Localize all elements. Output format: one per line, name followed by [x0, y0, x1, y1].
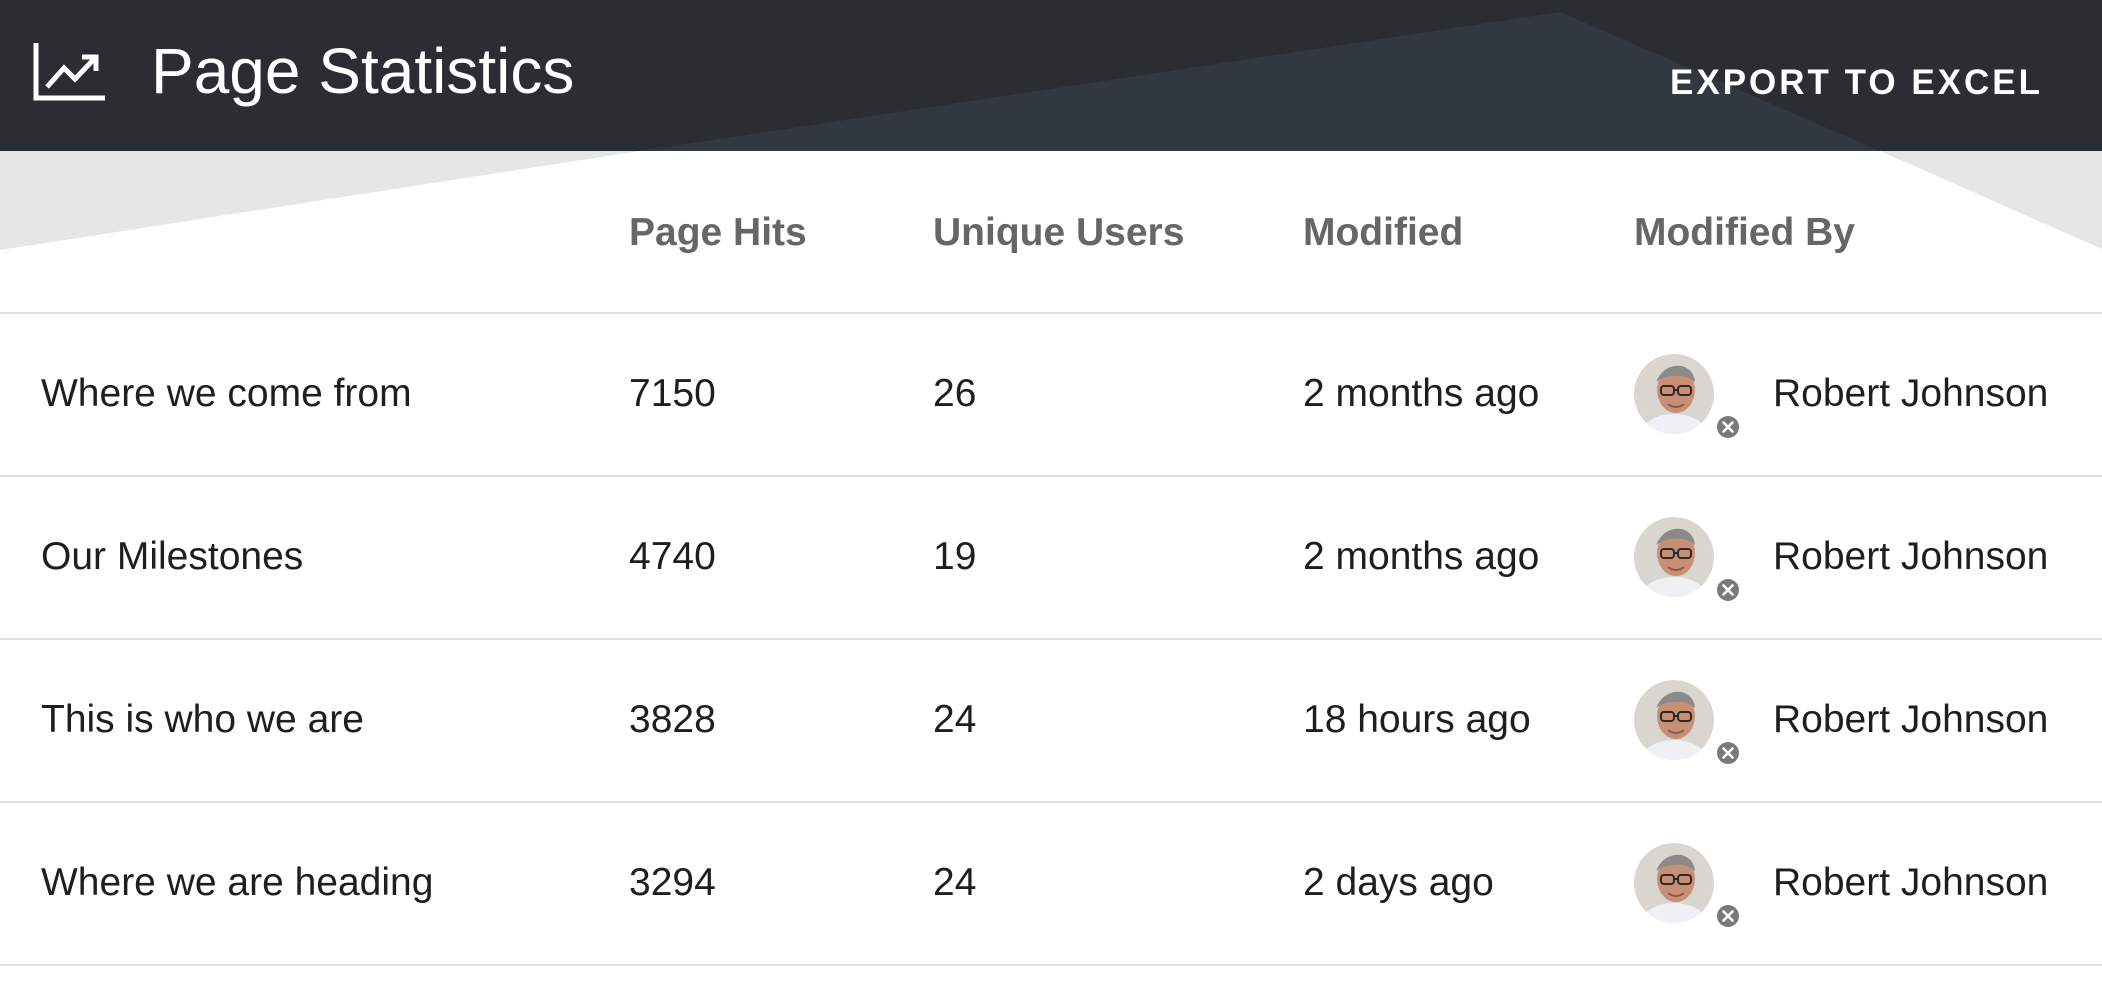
modified-by-name[interactable]: Robert Johnson — [1773, 859, 2048, 907]
page-title-link[interactable]: Where we are heading — [41, 859, 433, 907]
presence-offline-icon — [1714, 413, 1742, 441]
trending-up-chart-icon — [33, 43, 105, 101]
page-hits-value: 3828 — [629, 698, 716, 741]
statistics-table: Page Hits Unique Users Modified Modified… — [0, 151, 2102, 966]
column-header-unique-users[interactable]: Unique Users — [933, 209, 1184, 257]
user-photo-icon — [1634, 354, 1714, 434]
avatar[interactable] — [1634, 680, 1714, 760]
avatar[interactable] — [1634, 843, 1714, 923]
user-photo-icon — [1634, 517, 1714, 597]
modified-value: 2 months ago — [1303, 372, 1540, 415]
page-statistics-panel: Page Statistics EXPORT TO EXCEL Page Hit… — [0, 0, 2102, 995]
export-to-excel-button[interactable]: EXPORT TO EXCEL — [1670, 55, 2040, 111]
column-header-page-hits[interactable]: Page Hits — [629, 209, 807, 257]
page-title-link[interactable]: Our Milestones — [41, 533, 303, 581]
user-photo-icon — [1634, 843, 1714, 923]
page-hits-value: 3294 — [629, 861, 716, 904]
unique-users-value: 24 — [933, 861, 977, 904]
unique-users-value: 19 — [933, 535, 977, 578]
user-photo-icon — [1634, 680, 1714, 760]
page-title: Page Statistics — [151, 35, 575, 107]
header-bar: Page Statistics EXPORT TO EXCEL — [0, 0, 2102, 151]
page-title-link[interactable]: This is who we are — [41, 696, 364, 744]
column-header-modified-by[interactable]: Modified By — [1634, 209, 1855, 257]
page-hits-value: 4740 — [629, 535, 716, 578]
avatar[interactable] — [1634, 354, 1714, 434]
unique-users-value: 24 — [933, 698, 977, 741]
table-row[interactable]: Our Milestones 4740 19 2 months ago Robe… — [0, 477, 2102, 640]
column-header-modified[interactable]: Modified — [1303, 209, 1463, 257]
page-hits-value: 7150 — [629, 372, 716, 415]
table-row[interactable]: Where we come from 7150 26 2 months ago — [0, 314, 2102, 477]
presence-offline-icon — [1714, 576, 1742, 604]
modified-value: 2 months ago — [1303, 535, 1540, 578]
modified-by-name[interactable]: Robert Johnson — [1773, 696, 2048, 744]
presence-offline-icon — [1714, 739, 1742, 767]
table-row[interactable]: This is who we are 3828 24 18 hours ago — [0, 640, 2102, 803]
modified-by-name[interactable]: Robert Johnson — [1773, 533, 2048, 581]
table-header-row: Page Hits Unique Users Modified Modified… — [0, 151, 2102, 314]
modified-value: 18 hours ago — [1303, 698, 1531, 741]
page-title-link[interactable]: Where we come from — [41, 370, 412, 418]
unique-users-value: 26 — [933, 372, 977, 415]
modified-by-name[interactable]: Robert Johnson — [1773, 370, 2048, 418]
modified-value: 2 days ago — [1303, 861, 1494, 904]
table-row[interactable]: Where we are heading 3294 24 2 days ago — [0, 803, 2102, 966]
avatar[interactable] — [1634, 517, 1714, 597]
presence-offline-icon — [1714, 902, 1742, 930]
